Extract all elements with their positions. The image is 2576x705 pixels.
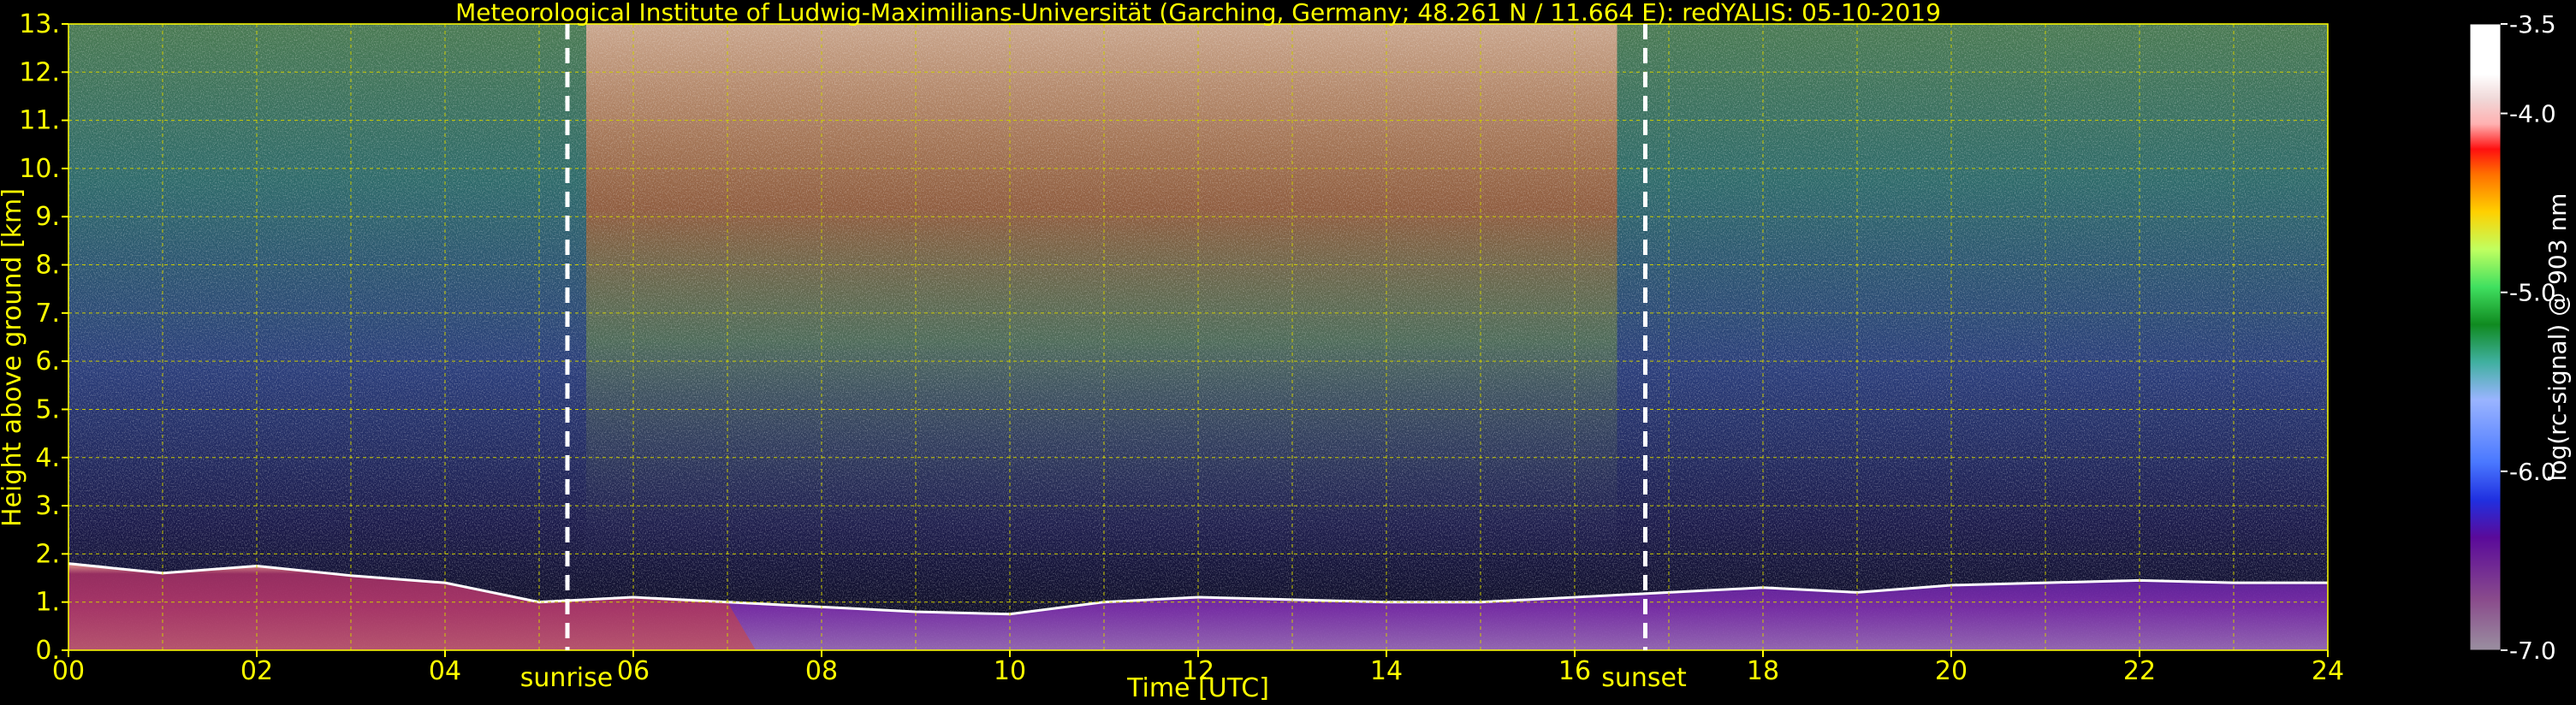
y-tick-label: 11. bbox=[19, 106, 60, 136]
x-tick-label: 00 bbox=[52, 656, 85, 686]
y-tick-label: 6. bbox=[35, 347, 60, 376]
y-tick-label: 9. bbox=[35, 202, 60, 232]
y-tick-label: 7. bbox=[35, 299, 60, 329]
x-tick-label: 18 bbox=[1747, 656, 1779, 686]
colorbar-tick-label: -4.0 bbox=[2509, 100, 2556, 128]
y-tick-label: 1. bbox=[35, 588, 60, 618]
colorbar-scale bbox=[2469, 23, 2502, 651]
plot-area bbox=[68, 24, 2328, 650]
signal-noise bbox=[68, 24, 2328, 650]
x-axis-title: Time [UTC] bbox=[1126, 673, 1269, 703]
colorbar-label: log(rc-signal) @ 903 nm bbox=[2543, 193, 2572, 482]
y-tick-label: 2. bbox=[35, 539, 60, 569]
x-tick-label: 16 bbox=[1558, 656, 1591, 686]
x-tick-label: 22 bbox=[2123, 656, 2156, 686]
chart-title: Meteorological Institute of Ludwig-Maxim… bbox=[455, 0, 1941, 27]
x-tick-label: 14 bbox=[1370, 656, 1403, 686]
x-tick-label: 06 bbox=[617, 656, 650, 686]
y-tick-label: 12. bbox=[19, 57, 60, 87]
sunset-label: sunset bbox=[1601, 663, 1687, 693]
colorbar bbox=[2469, 23, 2502, 651]
x-tick-label: 04 bbox=[429, 656, 461, 686]
y-tick-label: 5. bbox=[35, 394, 60, 424]
y-tick-label: 4. bbox=[35, 443, 60, 473]
sunrise-label: sunrise bbox=[520, 663, 613, 693]
x-tick-label: 02 bbox=[240, 656, 273, 686]
colorbar-tick-label: -7.0 bbox=[2509, 637, 2556, 665]
y-tick-label: 10. bbox=[19, 154, 60, 184]
colorbar-tick-label: -3.5 bbox=[2509, 10, 2556, 39]
x-tick-label: 24 bbox=[2312, 656, 2344, 686]
y-tick-label: 3. bbox=[35, 491, 60, 521]
x-tick-label: 08 bbox=[805, 656, 838, 686]
y-tick-label: 8. bbox=[35, 251, 60, 281]
y-axis-title: Height above ground [km] bbox=[0, 188, 27, 527]
lidar-chart: 0.1.2.3.4.5.6.7.8.9.10.11.12.13. 00 02 04 0… bbox=[0, 0, 2572, 703]
x-tick-label: 20 bbox=[1935, 656, 1968, 686]
x-tick-label: 10 bbox=[994, 656, 1026, 686]
y-tick-label: 13. bbox=[19, 9, 60, 39]
